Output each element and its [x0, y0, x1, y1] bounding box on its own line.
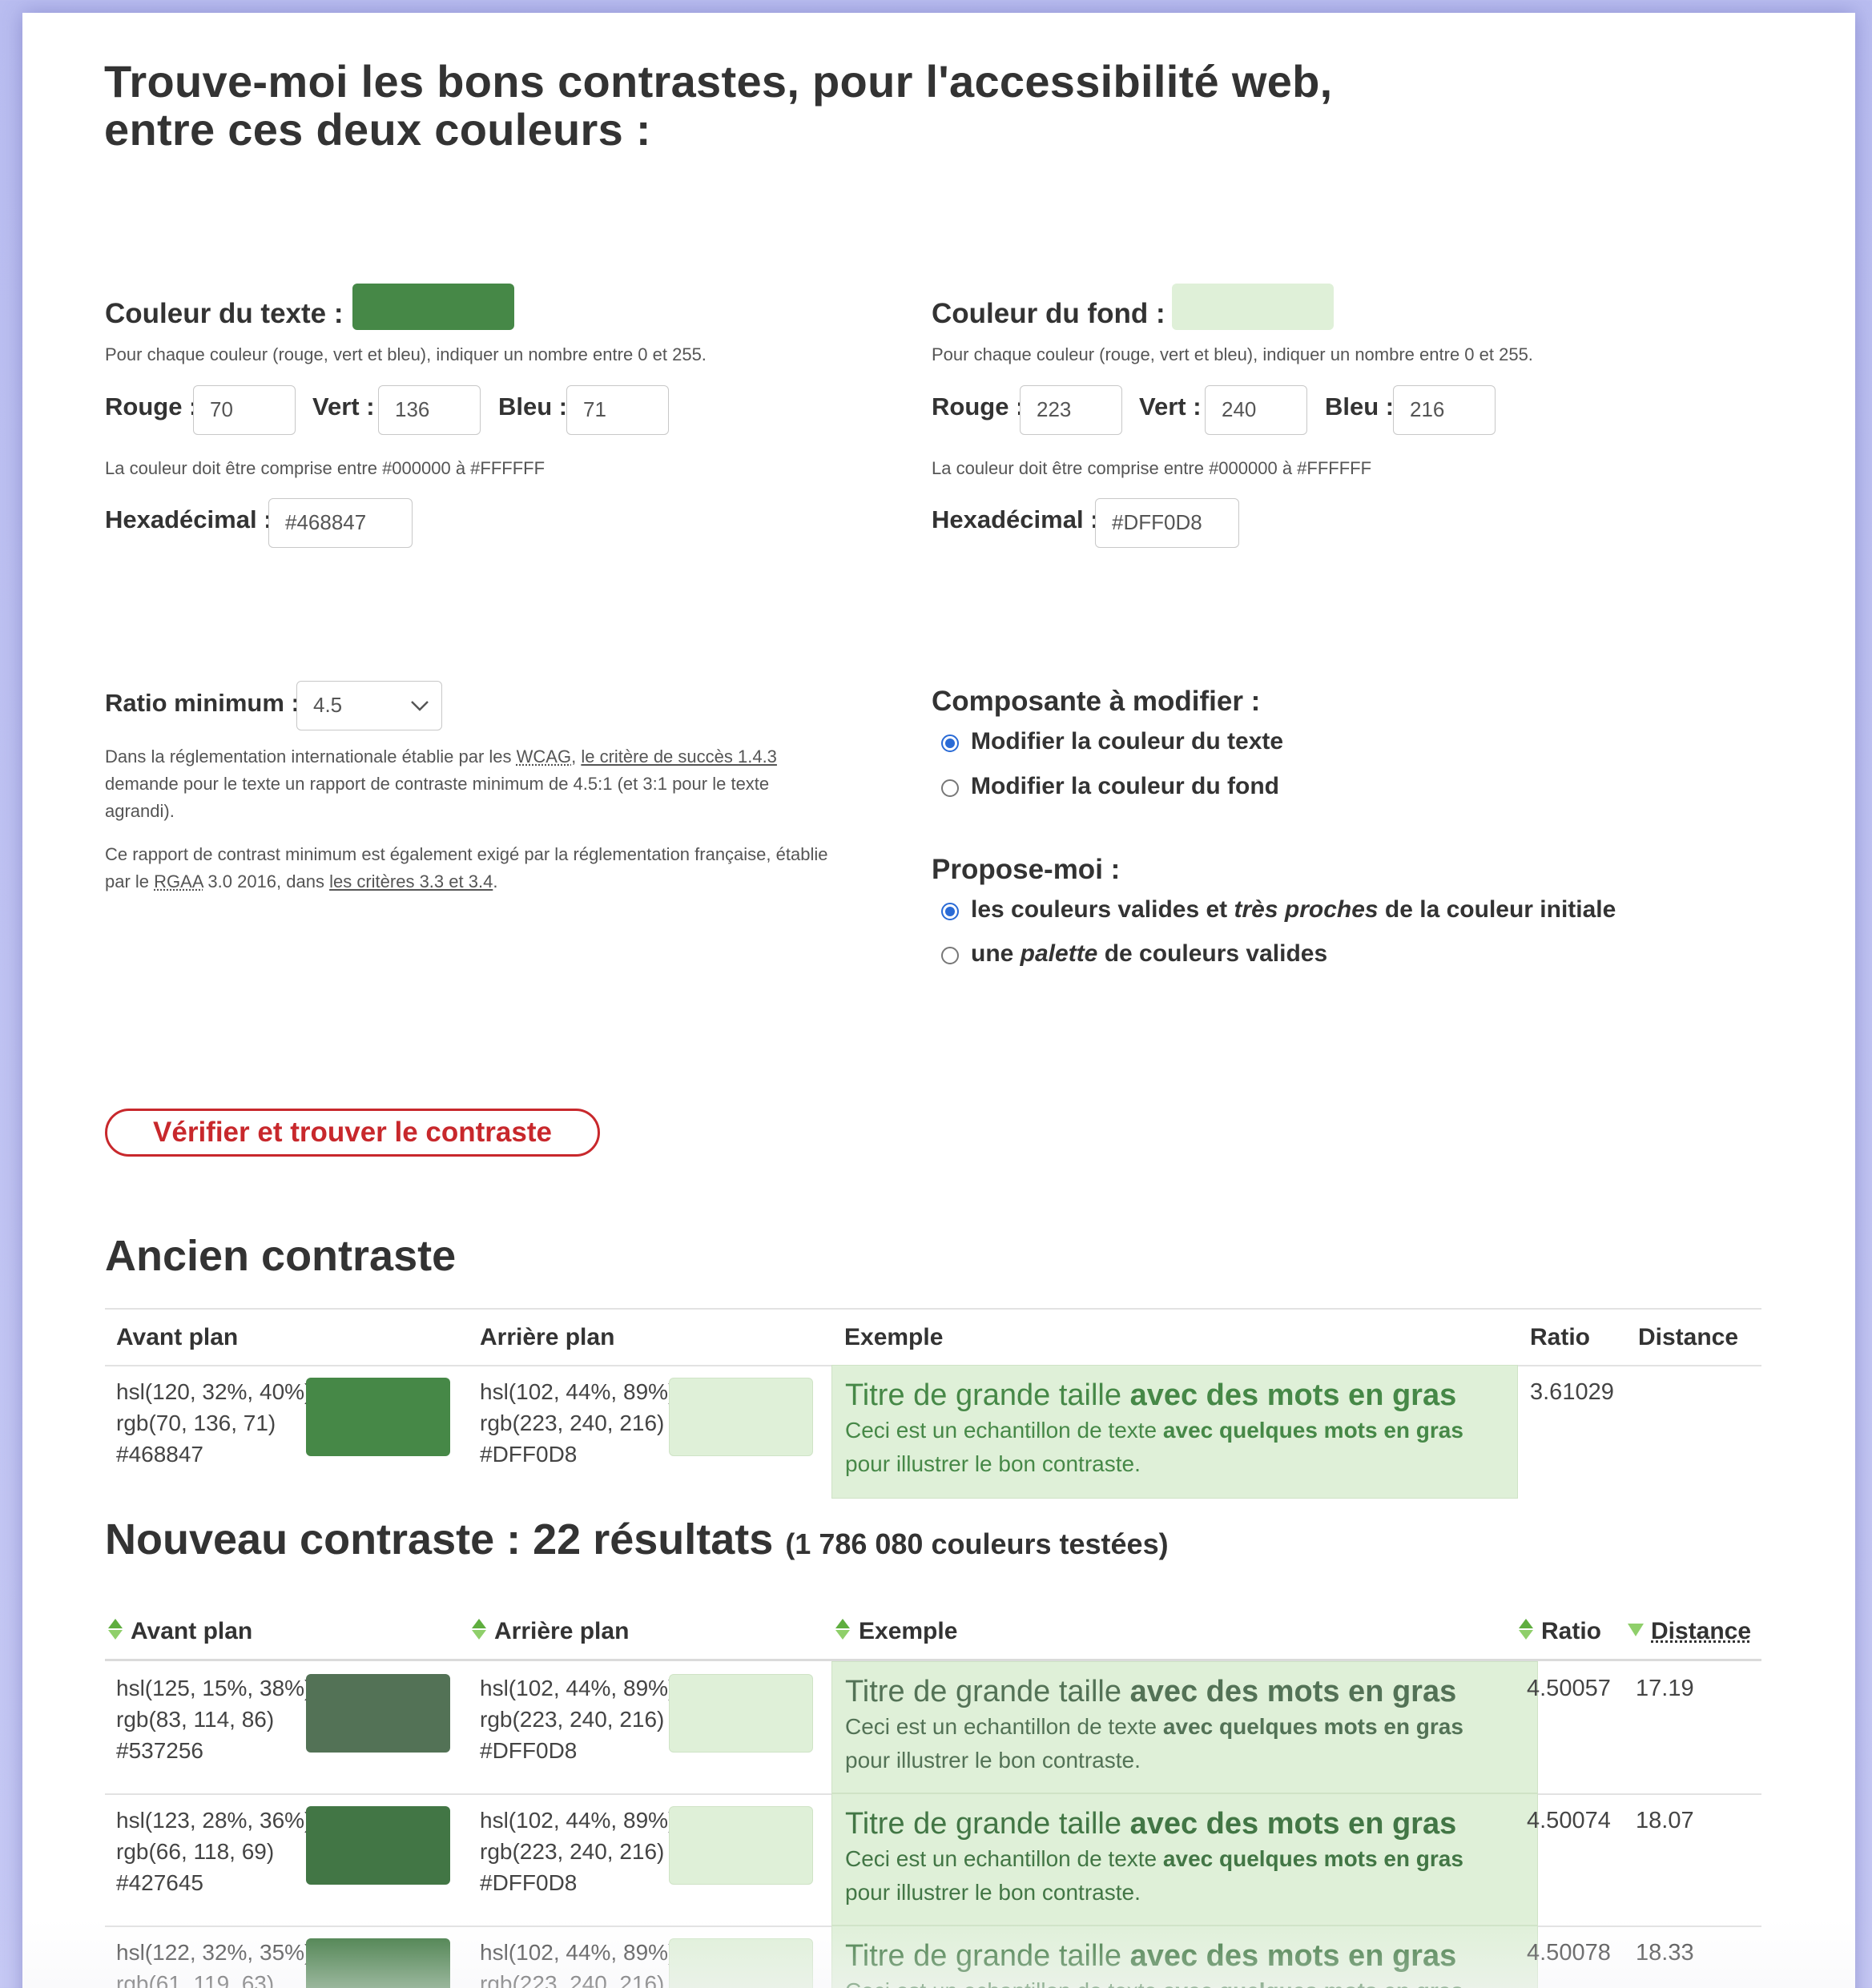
nouveau-header-bg[interactable]: Arrière plan	[494, 1617, 629, 1646]
ancien-header-example: Exemple	[844, 1324, 944, 1350]
ancien-header-top-border	[105, 1308, 1761, 1310]
example-title: Titre de grande taille avec des mots en …	[845, 1675, 1457, 1708]
ancien-ratio: 3.61029	[1530, 1379, 1614, 1405]
row-fg-values: hsl(125, 15%, 38%) rgb(83, 114, 86) #537…	[116, 1676, 312, 1763]
nouveau-header-distance[interactable]: Distance	[1651, 1617, 1751, 1646]
example-body: Ceci est un echantillon de texte avec qu…	[845, 1418, 1463, 1443]
propose-palette-label[interactable]: une palette de couleurs valides	[971, 940, 1327, 968]
row-bg-swatch	[669, 1674, 813, 1753]
chevron-down-icon	[411, 701, 429, 711]
nouveau-header-example[interactable]: Exemple	[859, 1617, 957, 1646]
nouveau-subtitle: (1 786 080 couleurs testées)	[785, 1527, 1169, 1560]
ancien-fg-swatch	[306, 1378, 450, 1456]
row-distance: 17.19	[1636, 1676, 1694, 1701]
row-fg-swatch	[306, 1674, 450, 1753]
row-ratio: 4.50057	[1527, 1676, 1611, 1701]
row-bg-swatch	[669, 1806, 813, 1885]
bg-vert-input[interactable]: 240	[1205, 385, 1307, 435]
example-body-end: pour illustrer le bon contraste.	[845, 1451, 1141, 1476]
sort-ratio-icon[interactable]	[1518, 1618, 1534, 1640]
example-title: Titre de grande taille avec des mots en …	[845, 1807, 1457, 1841]
nouveau-header-ratio[interactable]: Ratio	[1541, 1617, 1601, 1646]
wcag-criterion-link[interactable]: le critère de succès 1.4.3	[581, 747, 777, 767]
text-rouge-input[interactable]: 70	[193, 385, 296, 435]
nouveau-title: Nouveau contraste : 22 résultats (1 786 …	[105, 1515, 1169, 1563]
ancien-header-fg: Avant plan	[116, 1324, 239, 1350]
page-title: Trouve-moi les bons contrastes, pour l'a…	[104, 58, 1546, 154]
propose-palette-radio[interactable]	[941, 947, 959, 964]
component-bg-radio[interactable]	[941, 779, 959, 797]
text-rouge-label: Rouge :	[105, 392, 198, 421]
check-contrast-button[interactable]: Vérifier et trouver le contraste	[105, 1109, 600, 1157]
bg-color-hex-help: La couleur doit être comprise entre #000…	[932, 458, 1372, 478]
ratio-label: Ratio minimum :	[105, 689, 300, 717]
ancien-bg-values: hsl(102, 44%, 89%) rgb(223, 240, 216) #D…	[480, 1379, 676, 1467]
ancien-header-bg: Arrière plan	[480, 1324, 615, 1350]
sort-example-icon[interactable]	[835, 1618, 851, 1640]
ancien-fg-values: hsl(120, 32%, 40%) rgb(70, 136, 71) #468…	[116, 1379, 312, 1467]
text-color-hex-help: La couleur doit être comprise entre #000…	[105, 458, 545, 478]
bg-color-label: Couleur du fond :	[932, 298, 1165, 329]
sort-fg-icon[interactable]	[107, 1618, 123, 1640]
example-body: Ceci est un echantillon de texte avec qu…	[845, 1714, 1463, 1739]
text-color-rgb-help: Pour chaque couleur (rouge, vert et bleu…	[105, 344, 707, 364]
bg-vert-label: Vert :	[1139, 392, 1202, 421]
ancien-bg-swatch	[669, 1378, 813, 1456]
bg-rouge-label: Rouge :	[932, 392, 1025, 421]
row-example-box: Titre de grande taille avec des mots en …	[831, 1793, 1538, 1926]
bg-color-swatch[interactable]	[1172, 284, 1334, 330]
bg-rouge-input[interactable]: 223	[1020, 385, 1122, 435]
bg-bleu-input[interactable]: 216	[1393, 385, 1496, 435]
example-body: Ceci est un echantillon de texte avec qu…	[845, 1846, 1463, 1871]
ratio-help-2: Ce rapport de contrast minimum est égale…	[105, 844, 828, 891]
example-title: Titre de grande taille avec des mots en …	[845, 1378, 1457, 1412]
rgaa-criteria-link[interactable]: les critères 3.3 et 3.4	[329, 871, 493, 891]
text-bleu-label: Bleu :	[498, 392, 568, 421]
propose-close-radio[interactable]	[941, 903, 959, 920]
ancien-header-distance: Distance	[1638, 1324, 1739, 1350]
row-example-box: Titre de grande taille avec des mots en …	[831, 1661, 1538, 1793]
example-body-end: pour illustrer le bon contraste.	[845, 1748, 1141, 1773]
nouveau-header-fg[interactable]: Avant plan	[131, 1617, 252, 1646]
component-title: Composante à modifier :	[932, 686, 1261, 717]
bg-hex-label: Hexadécimal :	[932, 505, 1099, 533]
ratio-select-value: 4.5	[313, 693, 343, 717]
sort-bg-icon[interactable]	[471, 1618, 487, 1640]
row-bg-values: hsl(102, 44%, 89%) rgb(223, 240, 216) #D…	[480, 1676, 676, 1763]
page-title-line2: entre ces deux couleurs :	[104, 104, 651, 155]
text-hex-input[interactable]: #468847	[268, 498, 413, 548]
sort-distance-desc-icon[interactable]	[1626, 1621, 1644, 1644]
example-body-end: pour illustrer le bon contraste.	[845, 1880, 1141, 1905]
row-fg-swatch	[306, 1806, 450, 1885]
bg-bleu-label: Bleu :	[1325, 392, 1395, 421]
component-text-radio[interactable]	[941, 734, 959, 752]
rgaa-abbr: RGAA	[154, 871, 203, 891]
page-card: Trouve-moi les bons contrastes, pour l'a…	[22, 13, 1855, 1988]
row-bg-values: hsl(102, 44%, 89%) rgb(223, 240, 216) #D…	[480, 1808, 676, 1895]
component-bg-label[interactable]: Modifier la couleur du fond	[971, 772, 1279, 801]
row-distance: 18.07	[1636, 1808, 1694, 1833]
row-ratio: 4.50074	[1527, 1808, 1611, 1833]
ratio-help-1: Dans la réglementation internationale ét…	[105, 747, 777, 821]
ancien-example-box: Titre de grande taille avec des mots en …	[831, 1365, 1518, 1499]
wcag-abbr: WCAG	[516, 747, 572, 767]
scroll-fade	[22, 1919, 1855, 1988]
component-text-label[interactable]: Modifier la couleur du texte	[971, 727, 1283, 756]
page-title-line1: Trouve-moi les bons contrastes, pour l'a…	[104, 56, 1333, 107]
text-color-label: Couleur du texte :	[105, 298, 344, 329]
ratio-select[interactable]: 4.5	[296, 681, 442, 730]
text-vert-label: Vert :	[312, 392, 375, 421]
text-hex-label: Hexadécimal :	[105, 505, 272, 533]
text-vert-input[interactable]: 136	[378, 385, 481, 435]
propose-title: Propose-moi :	[932, 854, 1121, 885]
ancien-title: Ancien contraste	[105, 1232, 457, 1280]
propose-close-label[interactable]: les couleurs valides et très proches de …	[971, 895, 1616, 924]
text-bleu-input[interactable]: 71	[566, 385, 669, 435]
bg-color-rgb-help: Pour chaque couleur (rouge, vert et bleu…	[932, 344, 1533, 364]
row-fg-values: hsl(123, 28%, 36%) rgb(66, 118, 69) #427…	[116, 1808, 312, 1895]
text-color-swatch[interactable]	[352, 284, 514, 330]
ancien-header-ratio: Ratio	[1530, 1324, 1590, 1350]
bg-hex-input[interactable]: #DFF0D8	[1095, 498, 1239, 548]
